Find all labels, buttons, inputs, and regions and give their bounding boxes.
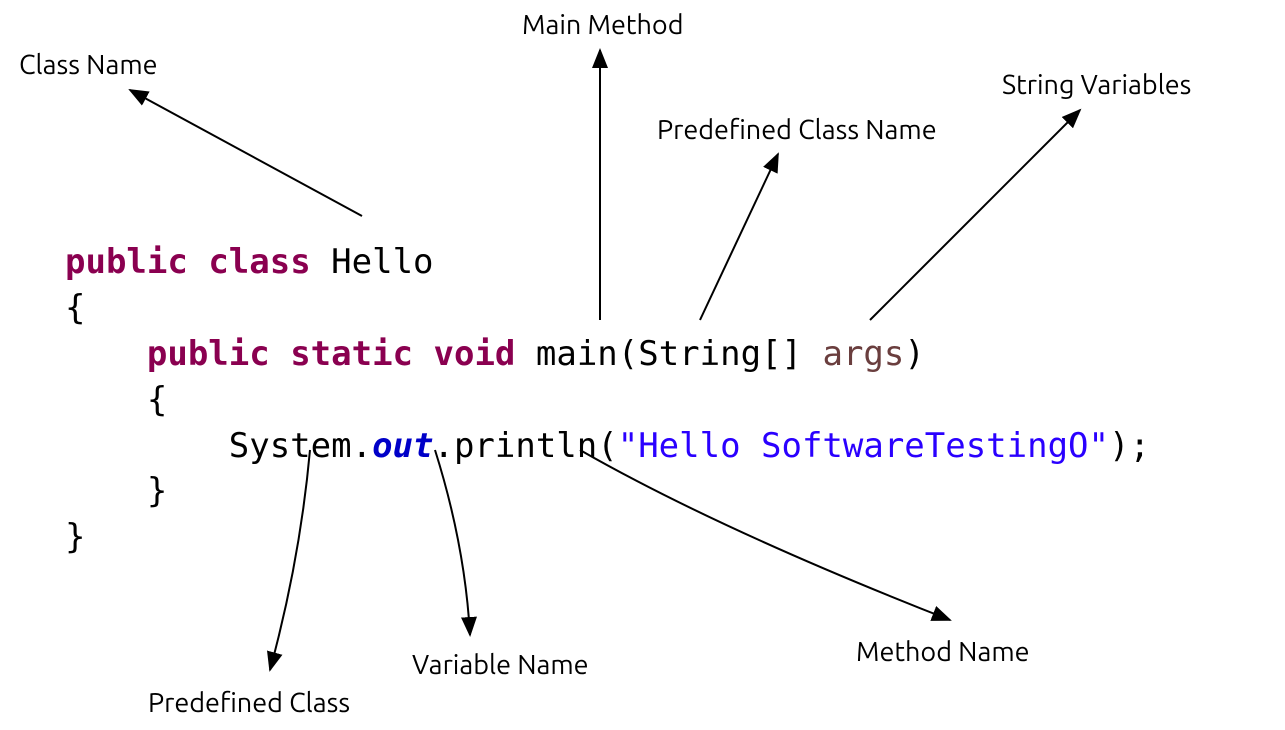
code-block: public class Hello { public static void … bbox=[65, 240, 1150, 561]
label-main-method: Main Method bbox=[522, 10, 684, 40]
inner-brace-close: } bbox=[147, 471, 167, 511]
system-class: System. bbox=[229, 426, 372, 466]
keyword-void: void bbox=[434, 334, 516, 374]
string-literal: "Hello SoftwareTestingO" bbox=[618, 426, 1109, 466]
println-method: .println( bbox=[433, 426, 617, 466]
label-string-variables: String Variables bbox=[1002, 70, 1191, 100]
label-method-name: Method Name bbox=[856, 637, 1030, 667]
brace-close: } bbox=[65, 517, 85, 557]
param-args: args bbox=[822, 334, 904, 374]
label-predefined-class-name: Predefined Class Name bbox=[657, 115, 937, 145]
out-field: out bbox=[372, 426, 433, 466]
keyword-static: static bbox=[290, 334, 413, 374]
inner-brace-open: { bbox=[147, 380, 167, 420]
keyword-class: class bbox=[208, 242, 310, 282]
keyword-public-2: public bbox=[147, 334, 270, 374]
label-variable-name: Variable Name bbox=[412, 650, 589, 680]
main-method-signature: main(String[] bbox=[536, 334, 823, 374]
label-class-name: Class Name bbox=[19, 50, 158, 80]
label-predefined-class: Predefined Class bbox=[148, 688, 350, 718]
keyword-public: public bbox=[65, 242, 188, 282]
class-identifier: Hello bbox=[331, 242, 433, 282]
brace-open: { bbox=[65, 288, 85, 328]
